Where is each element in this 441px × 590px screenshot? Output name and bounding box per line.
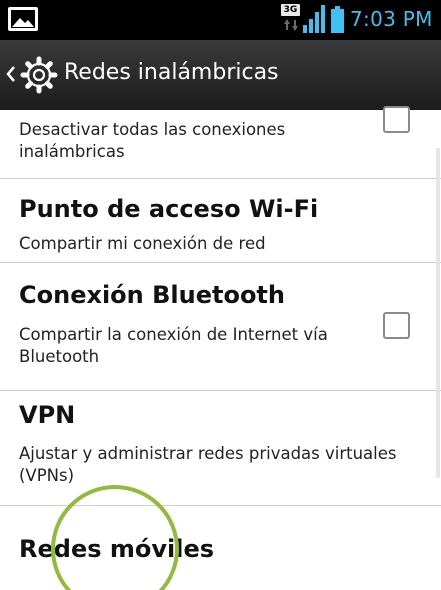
bluetooth-tethering-checkbox[interactable] [383,312,410,339]
status-bar: 3G 7:03 PM [0,0,441,40]
item-subtitle: Compartir la conexión de Internet vía Bl… [19,325,328,366]
item-subtitle: Desactivar todas las conexiones inalámbr… [19,120,286,161]
back-chevron-icon[interactable] [6,66,16,82]
list-item-vpn[interactable]: VPN Ajustar y administrar redes privadas… [0,391,441,506]
item-title: Conexión Bluetooth [19,281,285,309]
data-arrows-icon [284,19,298,31]
list-item-wifi-hotspot[interactable]: Punto de acceso Wi-Fi Compartir mi conex… [0,179,441,263]
image-icon [8,7,38,31]
signal-icon [303,5,325,33]
battery-icon [331,6,344,33]
page-title: Redes inalámbricas [64,60,279,85]
item-subtitle: Compartir mi conexión de red [19,234,266,253]
item-title: Punto de acceso Wi-Fi [19,195,319,223]
clock: 7:03 PM [350,7,433,31]
gear-icon [20,56,58,94]
list-item-bluetooth-tethering[interactable]: Conexión Bluetooth Compartir la conexión… [0,263,441,391]
network-3g-icon: 3G [281,4,300,16]
item-subtitle: Ajustar y administrar redes privadas vir… [19,444,397,485]
airplane-mode-checkbox[interactable] [383,106,410,133]
scrollbar[interactable] [436,148,440,478]
title-bar[interactable]: Redes inalámbricas [0,40,441,110]
list-item-airplane-mode[interactable]: Desactivar todas las conexiones inalámbr… [0,106,441,179]
item-title: VPN [19,401,76,429]
